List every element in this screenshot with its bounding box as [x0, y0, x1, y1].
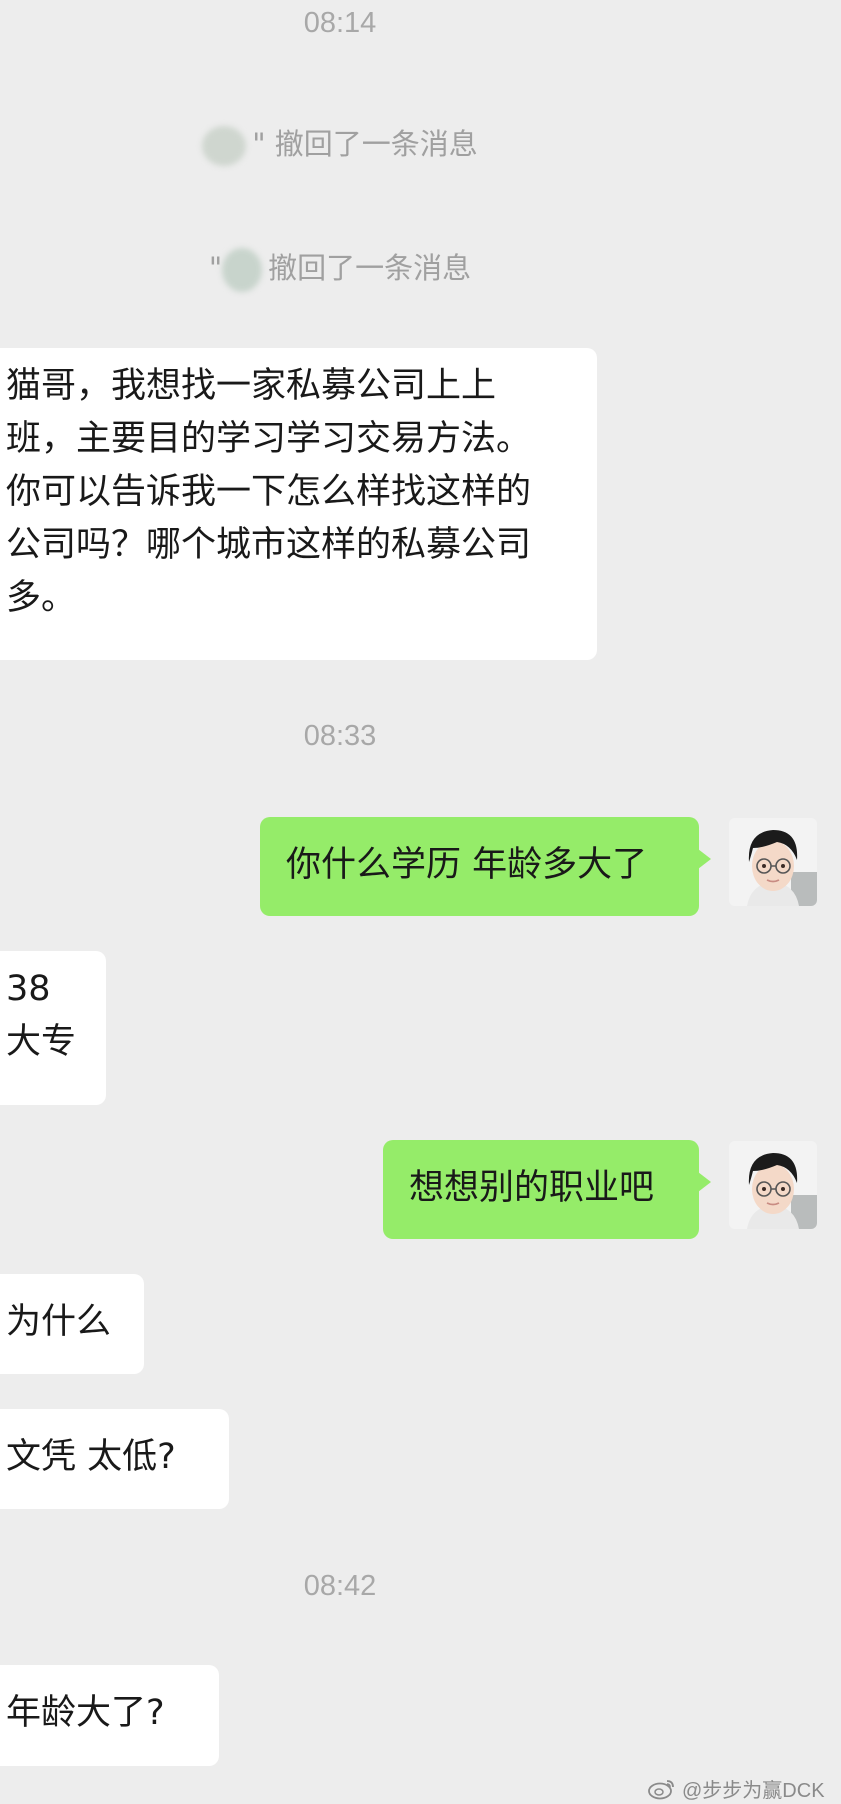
avatar-face-icon — [729, 818, 817, 906]
outgoing-message-bubble[interactable]: 你什么学历 年龄多大了 — [260, 817, 711, 916]
recall-notice: " 撤回了一条消息 — [0, 248, 680, 292]
recall-text: 撤回了一条消息 — [268, 251, 472, 285]
watermark: @步步为赢DCK — [648, 1774, 825, 1803]
recall-notice: " 撤回了一条消息 — [0, 126, 680, 166]
incoming-message-bubble[interactable]: 猫哥，我想找一家私募公司上上 班，主要目的学习学习交易方法。 你可以告诉我一下怎… — [0, 348, 597, 660]
blurred-name — [202, 126, 247, 166]
weibo-icon — [648, 1779, 674, 1799]
recall-text: 撤回了一条消息 — [274, 127, 478, 161]
watermark-text: @步步为赢DCK — [682, 1780, 825, 1802]
recall-quote: " — [252, 127, 266, 161]
incoming-message-bubble[interactable]: 文凭 太低? — [0, 1409, 229, 1509]
incoming-message-bubble[interactable]: 38 大专 — [0, 951, 106, 1105]
timestamp: 08:42 — [303, 1570, 377, 1602]
incoming-message-bubble[interactable]: 为什么 — [0, 1274, 144, 1374]
timestamp: 08:33 — [303, 720, 377, 752]
incoming-message-bubble[interactable]: 年龄大了? — [0, 1665, 219, 1766]
timestamp: 08:14 — [303, 7, 377, 39]
recall-quote: " — [208, 251, 223, 285]
user-avatar[interactable] — [729, 818, 817, 906]
blurred-name — [222, 248, 263, 292]
user-avatar[interactable] — [729, 1141, 817, 1229]
avatar-face-icon — [729, 1141, 817, 1229]
outgoing-message-bubble[interactable]: 想想别的职业吧 — [383, 1140, 711, 1239]
